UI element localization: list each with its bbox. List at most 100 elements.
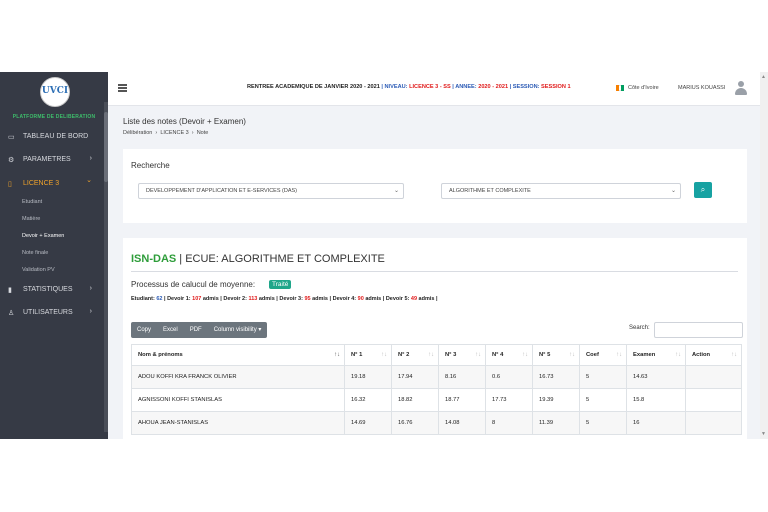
sidebar-item-label: LICENCE 3 (23, 180, 60, 187)
subitem-devoir-examen[interactable]: Devoir + Examen (22, 233, 64, 239)
column-header-n1[interactable]: N° 1 ↑↓ (344, 344, 392, 366)
cell-n4: 8 (485, 411, 533, 435)
annee-value: 2020 - 2021 (478, 84, 509, 90)
column-header-action[interactable]: Action ↑↓ (685, 344, 742, 366)
cell-n1: 14.69 (344, 411, 392, 435)
sidebar-item-label: UTILISATEURS (23, 309, 73, 316)
cell-examen: 16 (626, 411, 686, 435)
sort-icon: ↑↓ (381, 352, 387, 358)
page-title: Liste des notes (Devoir + Examen) (123, 117, 246, 126)
cell-action[interactable] (685, 411, 742, 435)
pdf-button[interactable]: PDF (184, 322, 208, 338)
column-header-label: N° 4 (492, 352, 504, 358)
subitem-note-finale[interactable]: Note finale (22, 250, 48, 256)
stat-label: | Devoir 1: (162, 296, 193, 302)
cell-examen: 15.8 (626, 388, 686, 412)
sidebar-item-label: STATISTIQUES (23, 286, 73, 293)
column-header-n2[interactable]: N° 2 ↑↓ (391, 344, 439, 366)
cell-n5: 19.39 (532, 388, 580, 412)
column-header-label: N° 1 (351, 352, 363, 358)
cell-n3: 8.16 (438, 365, 486, 389)
copy-button[interactable]: Copy (131, 322, 157, 338)
column-header-nom[interactable]: Nom & prénoms ↑↓ (131, 344, 345, 366)
topbar: RENTREE ACADEMIQUE DE JANVIER 2020 - 202… (108, 72, 768, 106)
stat-label: Etudiant: (131, 296, 157, 302)
excel-button[interactable]: Excel (157, 322, 184, 338)
chevron-right-icon: › (89, 308, 92, 315)
sidebar-item-licence-3[interactable]: ▯ LICENCE 3 ⌄ (0, 173, 104, 195)
ecue-select[interactable]: ALGORITHME ET COMPLEXITE ⌄ (441, 183, 681, 199)
cell-n2: 18.82 (391, 388, 439, 412)
stat-devoir2-count: 113 (248, 296, 258, 302)
scroll-up-icon[interactable]: ▲ (761, 74, 766, 80)
niveau-value: LICENCE 3 - SS (409, 84, 451, 90)
breadcrumb-licence-3[interactable]: LICENCE 3 (160, 130, 188, 136)
uvci-logo[interactable]: UVCI (40, 77, 70, 107)
subitem-matiere[interactable]: Matière (22, 216, 40, 222)
subitem-etudiant[interactable]: Etudiant (22, 199, 42, 205)
column-visibility-button[interactable]: Column visibility ▾ (208, 322, 268, 338)
user-name[interactable]: MARIUS KOUASSI (678, 85, 725, 91)
breadcrumb-deliberation[interactable]: Délibération (123, 130, 152, 136)
column-header-label: N° 5 (539, 352, 551, 358)
sort-icon: ↑↓ (475, 352, 481, 358)
column-header-label: Nom & prénoms (138, 352, 183, 358)
column-header-examen[interactable]: Examen ↑↓ (626, 344, 686, 366)
table-search-input[interactable] (654, 322, 743, 338)
sort-icon: ↑↓ (731, 352, 737, 358)
sidebar-item-utilisateurs[interactable]: ♙ UTILISATEURS › (0, 302, 104, 324)
export-button-group: Copy Excel PDF Column visibility ▾ (131, 322, 268, 338)
table-search-label: Search: (629, 325, 650, 331)
cell-action[interactable] (685, 388, 742, 412)
cell-n3: 14.08 (438, 411, 486, 435)
sidebar-item-statistiques[interactable]: ▮ STATISTIQUES › (0, 279, 104, 301)
cell-coef: 5 (579, 388, 627, 412)
sidebar-scroll-thumb[interactable] (104, 112, 108, 182)
column-header-label: N° 3 (445, 352, 457, 358)
app-window: UVCI PLATFORME DE DELIBERATION ▭ TABLEAU… (0, 72, 768, 439)
sidebar-scrollbar[interactable] (104, 102, 108, 432)
process-label: Processus de calucul de moyenne: (131, 280, 256, 289)
status-badge: Traité (269, 280, 292, 289)
search-button[interactable]: ⌕ (694, 182, 712, 198)
sidebar-item-tableau-de-bord[interactable]: ▭ TABLEAU DE BORD (0, 126, 104, 148)
sort-asc-icon: ↑↓ (334, 352, 340, 358)
hamburger-menu-icon[interactable] (118, 84, 127, 86)
cote-divoire-flag-icon (616, 85, 625, 91)
filiere-code: ISN-DAS (131, 253, 177, 265)
breadcrumb-note: Note (196, 130, 209, 136)
avatar[interactable] (734, 80, 748, 96)
cell-action[interactable] (685, 365, 742, 389)
stat-label: | Devoir 4: (328, 296, 358, 302)
column-header-label: Examen (633, 352, 656, 358)
cell-n4: 17.73 (485, 388, 533, 412)
sidebar: UVCI PLATFORME DE DELIBERATION ▭ TABLEAU… (0, 72, 108, 439)
cell-name: ADOU KOFFI KRA FRANCK OLIVIER (131, 365, 345, 389)
chevron-down-icon: ⌄ (670, 188, 676, 194)
column-header-n4[interactable]: N° 4 ↑↓ (485, 344, 533, 366)
breadcrumb: Délibération › LICENCE 3 › Note (123, 130, 208, 136)
stat-label: | Devoir 5: (381, 296, 411, 302)
search-icon: ⌕ (700, 185, 706, 194)
scroll-down-icon[interactable]: ▼ (761, 431, 766, 437)
logo-text: UVCI (41, 86, 69, 96)
sidebar-item-parametres[interactable]: ⚙ PARAMETRES › (0, 149, 104, 171)
table-row: AGNISSONI KOFFI STANISLAS 16.32 18.82 18… (131, 388, 742, 412)
column-header-n5[interactable]: N° 5 ↑↓ (532, 344, 580, 366)
cell-n2: 17.94 (391, 365, 439, 389)
stat-label: | Devoir 2: (218, 296, 249, 302)
column-header-label: Coef (586, 352, 599, 358)
stat-suffix: admis (201, 296, 219, 302)
stat-suffix: admis (310, 296, 328, 302)
sort-icon: ↑↓ (616, 352, 622, 358)
annee-label: | ANNEE: (450, 84, 479, 90)
session-label: | SESSION: (508, 84, 542, 90)
column-header-n3[interactable]: N° 3 ↑↓ (438, 344, 486, 366)
country-selector[interactable]: Côte d'Ivoire (628, 85, 659, 91)
subitem-validation-pv[interactable]: Validation PV (22, 267, 55, 273)
chevron-right-icon: › (89, 285, 92, 292)
page-scrollbar[interactable]: ▲ ▼ (760, 72, 768, 439)
filiere-select[interactable]: DEVELOPPEMENT D'APPLICATION ET E-SERVICE… (138, 183, 404, 199)
column-header-coef[interactable]: Coef ↑↓ (579, 344, 627, 366)
column-header-label: N° 2 (398, 352, 410, 358)
